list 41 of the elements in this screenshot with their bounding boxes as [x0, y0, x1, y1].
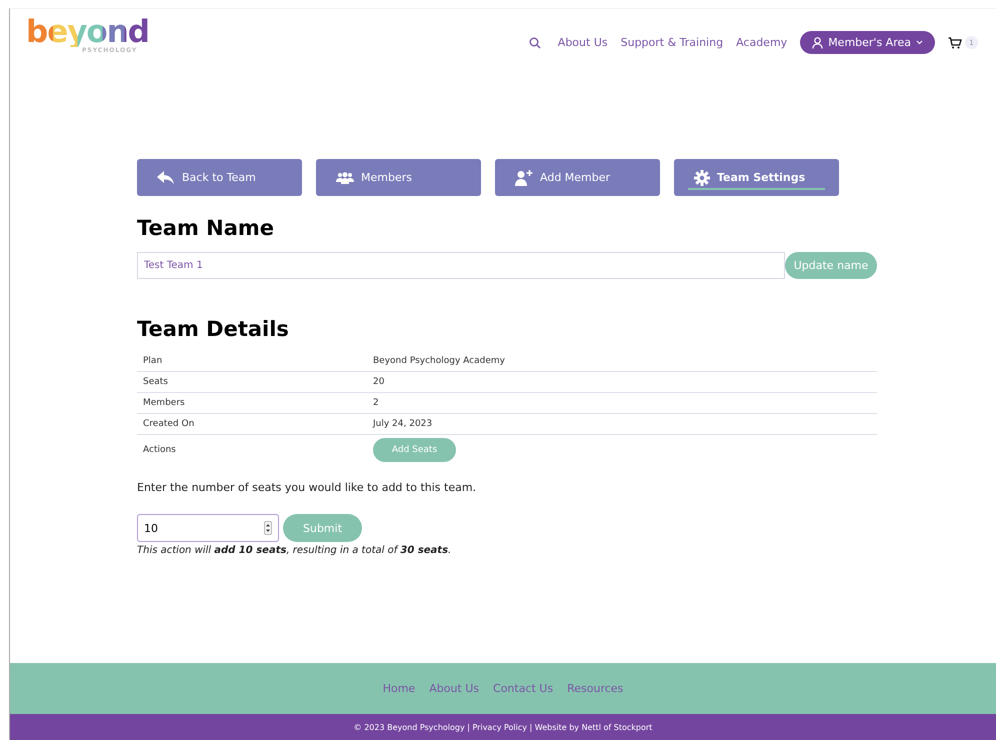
copyright-text: © 2023 Beyond Psychology | Privacy Policy | Website by Nettl of Stockport [354, 722, 652, 732]
add-seats-button[interactable]: Add Seats [373, 438, 456, 462]
person-icon [812, 36, 824, 48]
search-icon[interactable] [528, 36, 541, 48]
summary-text: This action will add 10 seats, resulting in a total of 30 seats. [137, 545, 452, 556]
add-person-icon [515, 170, 533, 186]
section-heading: Team Name [137, 216, 276, 240]
instruction-text: Enter the number of seats you would like to add to this team. [137, 481, 478, 494]
seats-number-field[interactable]: 10 [137, 514, 279, 542]
tab[interactable]: Add Member [495, 159, 660, 196]
update-name-button[interactable]: Update name [785, 252, 877, 279]
nav-link[interactable]: About Us [558, 36, 608, 49]
row-label: Created On [143, 419, 194, 429]
tab[interactable]: Members [316, 159, 481, 196]
team-name-field[interactable]: Test Team 1 [137, 252, 785, 279]
tab[interactable]: Team Settings [674, 159, 839, 196]
row-label: Actions [143, 445, 176, 455]
reply-arrow-icon [157, 170, 175, 184]
tab[interactable]: Back to Team [137, 159, 302, 196]
row-value: 20 [373, 377, 384, 387]
people-icon [336, 172, 354, 184]
footer-link[interactable]: About Us [429, 682, 480, 695]
footer-link[interactable]: Contact Us [493, 682, 554, 695]
footer-link[interactable]: Resources [567, 682, 624, 695]
row-value: 2 [373, 398, 379, 408]
gear-icon [694, 170, 710, 186]
footer-link[interactable]: Home [382, 682, 416, 695]
row-value: Beyond Psychology Academy [373, 356, 505, 366]
row-value: July 24, 2023 [373, 419, 432, 429]
spinner-icon[interactable] [264, 521, 272, 535]
cart-icon[interactable] [948, 36, 962, 48]
submit-button[interactable]: Submit [283, 514, 362, 542]
nav-link[interactable]: Academy [736, 36, 788, 49]
chevron-down-icon [916, 40, 923, 45]
logo-wordmark[interactable]: beyond [26, 17, 149, 47]
members-area-button[interactable]: Member's Area [800, 31, 935, 54]
row-label: Plan [143, 356, 162, 366]
row-label: Seats [143, 377, 168, 387]
nav-link[interactable]: Support & Training [620, 36, 724, 49]
row-label: Members [143, 398, 185, 408]
section-heading: Team Details [137, 317, 290, 341]
